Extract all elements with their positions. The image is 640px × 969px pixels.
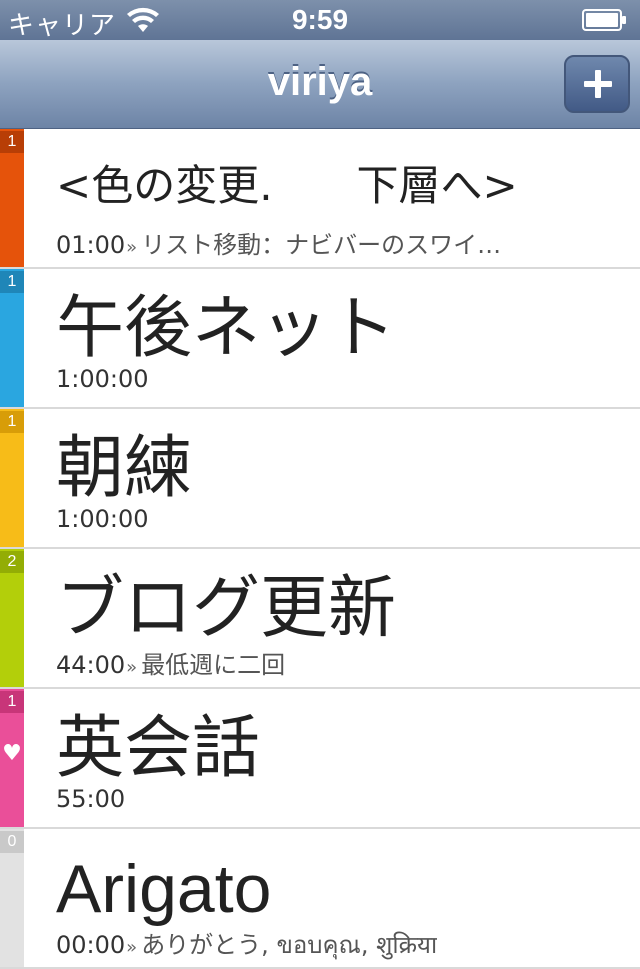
add-task-button[interactable] [564,55,630,113]
task-row[interactable]: 0 Arigato 00:00» ありがとう, ขอบคุณ, शुक्रिया [0,829,640,969]
task-count-badge: 1 [0,411,24,433]
chevron-right-icon: » [126,237,138,258]
color-strip[interactable]: 0 [0,829,24,967]
task-time: 01:00 [56,231,126,259]
plus-icon-bar [584,81,612,87]
task-title: Arigato [56,851,272,927]
chevron-right-icon: » [126,657,138,678]
battery-icon [582,9,626,31]
task-count-badge: 2 [0,551,24,573]
color-strip[interactable]: 1 [0,269,24,407]
task-count-badge: 0 [0,831,24,853]
task-subtitle: 01:00» リスト移動：ナビバーのスワイ… [56,225,501,260]
chevron-right-icon: » [126,937,138,958]
task-row[interactable]: 2 ブログ更新 44:00» 最低週に二回 [0,549,640,689]
task-subtitle: 55:00 [56,785,125,813]
task-time: 44:00 [56,651,126,679]
task-count-badge: 1 [0,271,24,293]
task-title: 朝練 [56,429,193,508]
task-subtitle: 00:00» ありがとう, ขอบคุณ, शुक्रिया [56,925,437,964]
task-subtitle: 1:00:00 [56,365,149,393]
task-subtitle: 1:00:00 [56,505,149,533]
color-strip[interactable]: 1 ♥ [0,689,24,827]
task-time: 1:00:00 [56,505,149,533]
task-time: 00:00 [56,931,126,959]
task-time: 55:00 [56,785,126,813]
color-strip[interactable]: 2 [0,549,24,687]
task-note: 最低週に二回 [141,651,286,679]
heart-icon: ♥ [2,741,22,766]
task-row[interactable]: 1 <色の変更. 下層へ> 01:00» リスト移動：ナビバーのスワイ… [0,129,640,269]
status-bar: キャリア 9:59 [0,0,640,40]
task-row[interactable]: 1 午後ネット 1:00:00 [0,269,640,409]
task-time: 1:00:00 [56,365,149,393]
task-title: 午後ネット [56,289,397,368]
task-row[interactable]: 1 ♥ 英会話 55:00 [0,689,640,829]
task-note: ありがとう, ขอบคุณ, शुक्रिया [141,931,438,959]
nav-title: viriya [267,60,373,104]
navigation-bar: viriya [0,40,640,129]
task-row[interactable]: 1 朝練 1:00:00 [0,409,640,549]
task-note: リスト移動：ナビバーのスワイ… [141,231,502,259]
task-count-badge: 1 [0,131,24,153]
task-title: ブログ更新 [56,569,397,648]
task-subtitle: 44:00» 最低週に二回 [56,645,285,680]
task-count-badge: 1 [0,691,24,713]
color-strip[interactable]: 1 [0,129,24,267]
task-title: 英会話 [56,709,261,788]
color-strip[interactable]: 1 [0,409,24,547]
status-time: 9:59 [291,4,349,35]
task-title: <色の変更. 下層へ> [56,161,518,210]
